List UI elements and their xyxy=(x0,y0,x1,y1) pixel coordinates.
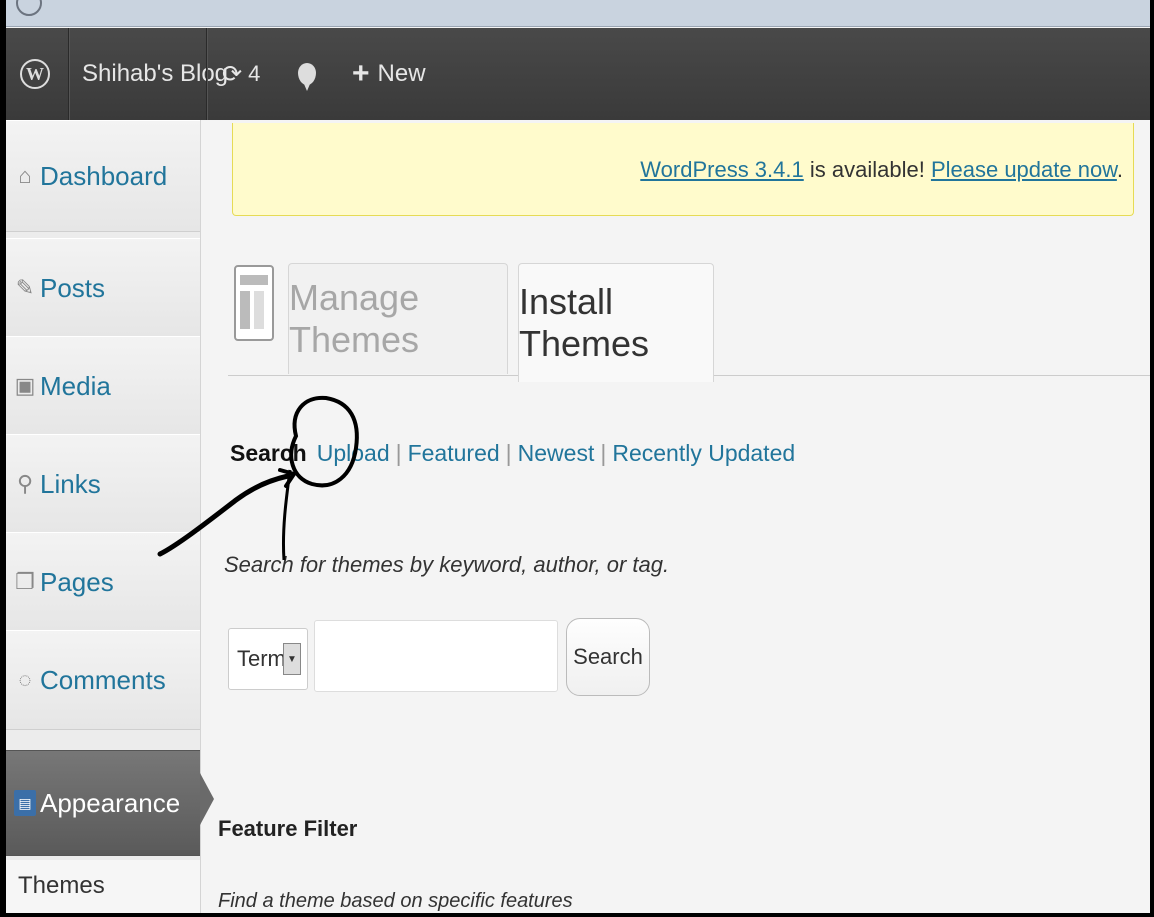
install-subnav: Search Upload | Featured | Newest | Rece… xyxy=(230,440,796,467)
admin-sidebar: ⌂ Dashboard ✎ Posts ▣ Media ⚲ Links ❐ Pa… xyxy=(6,120,214,913)
pushpin-icon: ✎ xyxy=(15,275,35,300)
comment-bubble-icon xyxy=(298,63,316,91)
tab-install-themes[interactable]: Install Themes xyxy=(518,263,714,382)
subnav-upload-link[interactable]: Upload xyxy=(317,440,390,467)
subnav-current-search[interactable]: Search xyxy=(230,440,307,467)
sidebar-item-label: Links xyxy=(40,468,101,499)
search-input[interactable] xyxy=(314,620,558,692)
admin-bar: W Shihab's Blog ⟳ 4 + New xyxy=(6,28,1150,120)
theme-tabs: Manage Themes Install Themes xyxy=(224,255,1150,382)
pages-icon: ❐ xyxy=(15,569,35,594)
version-link[interactable]: WordPress 3.4.1 xyxy=(640,157,803,182)
subnav-recently-updated-link[interactable]: Recently Updated xyxy=(612,440,795,467)
wordpress-logo-icon: W xyxy=(20,59,50,89)
sidebar-item-label: Pages xyxy=(40,566,114,597)
updates-button[interactable]: ⟳ 4 xyxy=(222,28,260,120)
browser-button-icon xyxy=(16,0,42,16)
feature-filter-title: Feature Filter xyxy=(218,816,358,841)
search-button[interactable]: Search xyxy=(566,618,650,696)
updates-count: 4 xyxy=(248,61,261,86)
browser-chrome-strip xyxy=(6,0,1150,27)
new-label: New xyxy=(377,60,426,87)
media-icon: ▣ xyxy=(14,373,36,398)
tab-label: Install Themes xyxy=(519,281,650,364)
appearance-screen-icon xyxy=(234,265,274,341)
search-type-select[interactable]: Term ▼ xyxy=(228,628,308,690)
sidebar-item-label: Media xyxy=(40,370,111,401)
chevron-down-icon: ▼ xyxy=(283,643,301,675)
subnav-newest-link[interactable]: Newest xyxy=(518,440,595,467)
sidebar-item-label: Appearance xyxy=(40,787,181,818)
tab-manage-themes[interactable]: Manage Themes xyxy=(288,263,508,374)
tab-label: Manage Themes xyxy=(289,277,420,360)
feature-filter-description: Find a theme based on specific features xyxy=(218,890,573,912)
refresh-icon: ⟳ xyxy=(222,60,243,88)
sidebar-item-dashboard[interactable]: ⌂ Dashboard xyxy=(6,120,200,232)
dashboard-icon: ⌂ xyxy=(18,163,32,188)
nag-text: is available! xyxy=(803,157,931,182)
link-icon: ⚲ xyxy=(16,471,34,496)
subnav-featured-link[interactable]: Featured xyxy=(408,440,500,467)
search-type-value: Term xyxy=(237,646,286,671)
browser-viewport: W Shihab's Blog ⟳ 4 + New ⌂ Dashboard ✎ … xyxy=(6,0,1150,913)
sidebar-item-label: Dashboard xyxy=(40,160,168,191)
comment-icon: ◌ xyxy=(18,667,32,692)
update-nag-notice: WordPress 3.4.1 is available! Please upd… xyxy=(232,123,1134,216)
search-button-label: Search xyxy=(573,644,643,669)
new-content-button[interactable]: + New xyxy=(352,28,426,120)
sidebar-item-links[interactable]: ⚲ Links xyxy=(6,434,200,534)
sidebar-item-media[interactable]: ▣ Media xyxy=(6,336,200,436)
plus-icon: + xyxy=(352,57,370,90)
submenu-item-label: Themes xyxy=(18,872,105,899)
update-now-link[interactable]: Please update now xyxy=(931,157,1117,182)
sidebar-item-label: Posts xyxy=(40,272,106,303)
wordpress-logo-button[interactable]: W xyxy=(20,28,50,120)
nag-end: . xyxy=(1116,157,1123,182)
appearance-icon: ▤ xyxy=(14,790,36,816)
search-description: Search for themes by keyword, author, or… xyxy=(224,552,670,577)
sidebar-item-label: Comments xyxy=(40,664,166,695)
sidebar-item-pages[interactable]: ❐ Pages xyxy=(6,532,200,632)
sidebar-item-posts[interactable]: ✎ Posts xyxy=(6,238,200,338)
sidebar-item-comments[interactable]: ◌ Comments xyxy=(6,630,200,730)
comments-button[interactable] xyxy=(298,28,316,120)
submenu-item-themes[interactable]: Themes xyxy=(6,860,200,913)
sidebar-item-appearance[interactable]: ▤ Appearance xyxy=(6,750,214,856)
